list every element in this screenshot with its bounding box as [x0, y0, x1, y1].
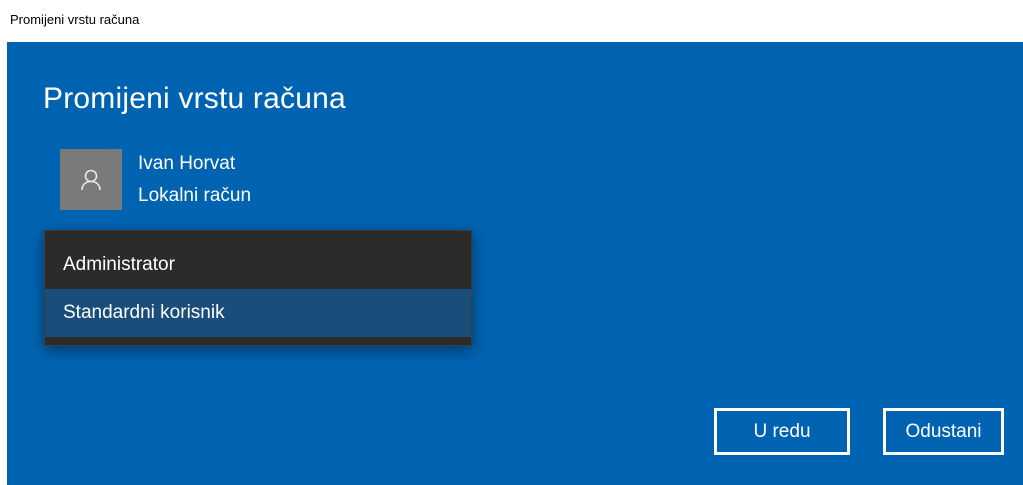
person-icon: [81, 169, 101, 190]
user-avatar: [60, 149, 122, 210]
account-type-dropdown-list[interactable]: Administrator Standardni korisnik: [44, 230, 472, 346]
window-titlebar: Promijeni vrstu računa: [0, 0, 1023, 42]
cancel-button[interactable]: Odustani: [883, 408, 1004, 455]
ok-button[interactable]: U redu: [714, 408, 850, 455]
user-account-type: Lokalni račun: [138, 185, 252, 206]
option-administrator[interactable]: Administrator: [45, 241, 471, 289]
change-account-type-dialog: Promijeni vrstu računa Ivan Horvat Lokal…: [7, 42, 1023, 485]
dialog-heading: Promijeni vrstu računa: [43, 82, 346, 115]
option-standard-user[interactable]: Standardni korisnik: [45, 289, 471, 337]
user-name: Ivan Horvat: [138, 153, 236, 174]
window-title: Promijeni vrstu računa: [10, 12, 140, 27]
